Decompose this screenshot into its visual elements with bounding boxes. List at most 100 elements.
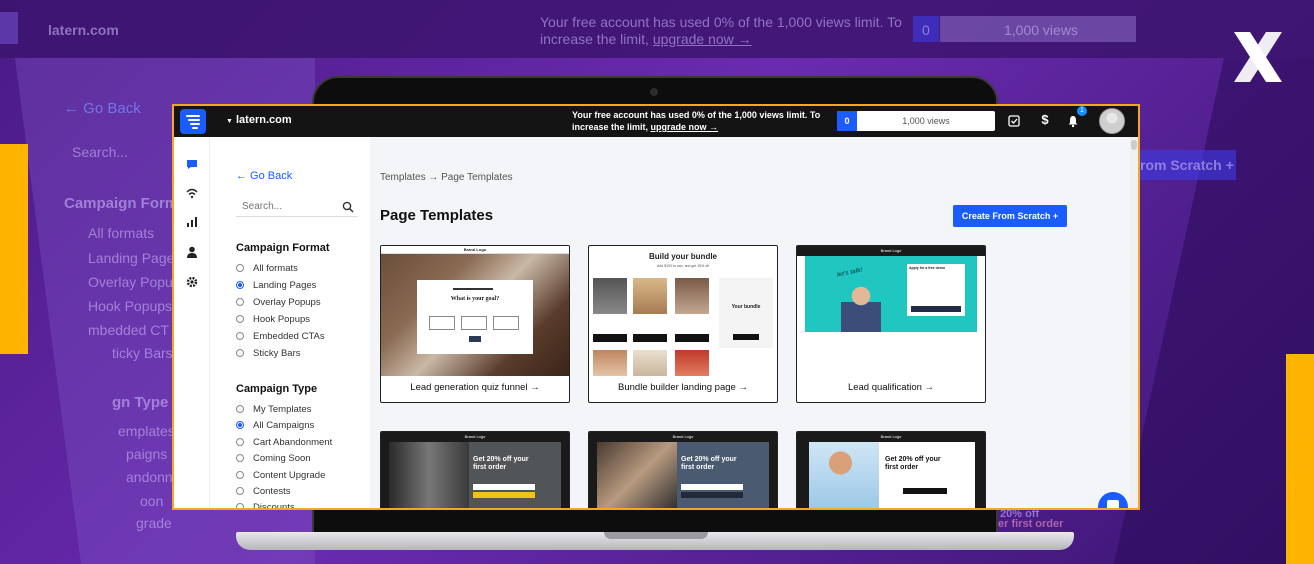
- template-thumbnail: Brand Logo What is your goal?: [381, 246, 569, 376]
- thumb-sub: Add $100 to cart, and get 15% off: [656, 264, 710, 268]
- type-option[interactable]: Contests: [236, 484, 291, 498]
- app-logo-icon[interactable]: [180, 109, 206, 134]
- format-option[interactable]: Landing Pages: [236, 278, 316, 292]
- background-type-0: emplates: [118, 423, 175, 439]
- thumb-header: Build your bundle: [649, 252, 717, 261]
- scrollbar-thumb[interactable]: [1131, 140, 1137, 150]
- template-card-discount-2[interactable]: Brand Logo Get 20% off your first order: [588, 431, 778, 508]
- checklist-icon[interactable]: [1007, 114, 1021, 128]
- type-option[interactable]: My Templates: [236, 402, 311, 416]
- analytics-icon[interactable]: [185, 215, 199, 229]
- radio-button[interactable]: [236, 349, 244, 357]
- filter-sidebar: ← Go Back Campaign Format All formats La…: [210, 137, 370, 508]
- thumb-form: Apply for a free demo: [909, 266, 945, 270]
- person-photo: [841, 282, 881, 332]
- background-limit-line2: increase the limit, upgrade now →: [540, 31, 752, 47]
- site-selector[interactable]: ▼ latern.com: [226, 114, 292, 126]
- format-option[interactable]: All formats: [236, 261, 298, 275]
- format-option[interactable]: Overlay Popups: [236, 295, 321, 309]
- template-card-label: Lead qualification →: [847, 382, 935, 393]
- campaign-format-title: Campaign Format: [236, 242, 330, 254]
- laptop-notch: [604, 532, 708, 539]
- create-from-scratch-button[interactable]: Create From Scratch +: [953, 205, 1067, 227]
- radio-button[interactable]: [236, 405, 244, 413]
- thumb-header: Brand Logo: [464, 434, 486, 439]
- template-card-discount-1[interactable]: Brand Logo Get 20% off your first order: [380, 431, 570, 508]
- site-selector-label: latern.com: [236, 114, 292, 126]
- format-option[interactable]: Embedded CTAs: [236, 329, 325, 343]
- template-card-bundle-builder[interactable]: Build your bundle Add $100 to cart, and …: [588, 245, 778, 403]
- background-site: latern.com: [48, 22, 119, 38]
- radio-button[interactable]: [236, 503, 244, 508]
- background-search: Search...: [72, 144, 129, 160]
- type-option[interactable]: Coming Soon: [236, 451, 311, 465]
- gear-icon[interactable]: [185, 275, 199, 289]
- background-item-5: ticky Bars: [112, 345, 173, 361]
- template-thumbnail: Brand Logo let's talk! Apply for a free …: [797, 246, 985, 376]
- type-option[interactable]: Content Upgrade: [236, 468, 325, 482]
- dollar-icon[interactable]: $: [1038, 112, 1052, 127]
- type-option[interactable]: Cart Abandonment: [236, 435, 332, 449]
- radio-button[interactable]: [236, 471, 244, 479]
- thumb-header: Brand Logo: [672, 434, 694, 439]
- radio-button-selected[interactable]: [236, 421, 244, 429]
- limit-message: Your free account has used 0% of the 1,0…: [572, 110, 821, 132]
- bell-icon[interactable]: [1066, 114, 1080, 128]
- campaign-type-title: Campaign Type: [236, 383, 318, 395]
- thumb-side: Your bundle: [731, 304, 761, 310]
- radio-button[interactable]: [236, 298, 244, 306]
- background-logo-icon: [0, 12, 18, 44]
- app-window: ▼ latern.com Your free account has used …: [172, 104, 1140, 510]
- thumb-title: Get 20% off your first order: [473, 456, 529, 471]
- chat-icon[interactable]: [185, 157, 199, 171]
- type-option[interactable]: All Campaigns: [236, 418, 314, 432]
- page-title: Page Templates: [380, 207, 494, 224]
- main-content: Templates → Page Templates Page Template…: [370, 137, 1130, 508]
- chat-widget-button[interactable]: [1098, 492, 1128, 508]
- x-logo-icon: [1234, 32, 1282, 82]
- background-limit-line1: Your free account has used 0% of the 1,0…: [540, 14, 902, 30]
- background-type-2: andonn: [126, 469, 173, 485]
- radio-button[interactable]: [236, 487, 244, 495]
- views-count: 0: [837, 111, 857, 131]
- background-campaign-format: Campaign Form: [64, 195, 179, 212]
- radio-button[interactable]: [236, 438, 244, 446]
- template-thumbnail: Brand Logo Get 20% off your first order: [381, 432, 569, 508]
- chat-icon: [1107, 500, 1119, 508]
- radio-button[interactable]: [236, 264, 244, 272]
- search-icon[interactable]: [342, 201, 354, 213]
- yellow-accent-left: [0, 144, 28, 354]
- thumb-title: Get 20% off your first order: [681, 456, 737, 471]
- top-bar: ▼ latern.com Your free account has used …: [174, 106, 1138, 137]
- format-option[interactable]: Hook Popups: [236, 312, 310, 326]
- template-card-discount-3[interactable]: Brand Logo Get 20% off your first order: [796, 431, 986, 508]
- scrollbar[interactable]: [1130, 137, 1138, 508]
- upgrade-link[interactable]: upgrade now →: [651, 122, 719, 132]
- background-views-count-text: 0: [922, 22, 930, 38]
- background-item-0: All formats: [88, 225, 155, 241]
- radio-button[interactable]: [236, 454, 244, 462]
- avatar[interactable]: [1099, 108, 1125, 134]
- user-icon[interactable]: [185, 245, 199, 259]
- background-type-1: paigns: [126, 446, 168, 462]
- background-item-3: Hook Popups: [88, 298, 173, 314]
- template-card-lead-qualification[interactable]: Brand Logo let's talk! Apply for a free …: [796, 245, 986, 403]
- background-campaign-type: gn Type: [112, 394, 169, 411]
- template-thumbnail: Brand Logo Get 20% off your first order: [797, 432, 985, 508]
- caret-down-icon: ▼: [226, 118, 233, 125]
- thumb-header: Brand Logo: [463, 247, 487, 252]
- type-option[interactable]: Discounts: [236, 500, 295, 508]
- radio-button[interactable]: [236, 315, 244, 323]
- thumb-header: Brand Logo: [880, 434, 902, 439]
- background-promo2: er first order: [998, 518, 1064, 530]
- format-option[interactable]: Sticky Bars: [236, 346, 301, 360]
- search-input[interactable]: [236, 197, 358, 217]
- radio-button[interactable]: [236, 332, 244, 340]
- background-item-2: Overlay Popup: [88, 274, 181, 290]
- thumb-header: Brand Logo: [880, 248, 902, 253]
- wifi-icon[interactable]: [185, 186, 199, 200]
- template-card-quiz-funnel[interactable]: Brand Logo What is your goal? Lead gener…: [380, 245, 570, 403]
- go-back-link[interactable]: ← Go Back: [236, 170, 292, 182]
- radio-button-selected[interactable]: [236, 281, 244, 289]
- background-item-1: Landing Pages: [88, 250, 182, 266]
